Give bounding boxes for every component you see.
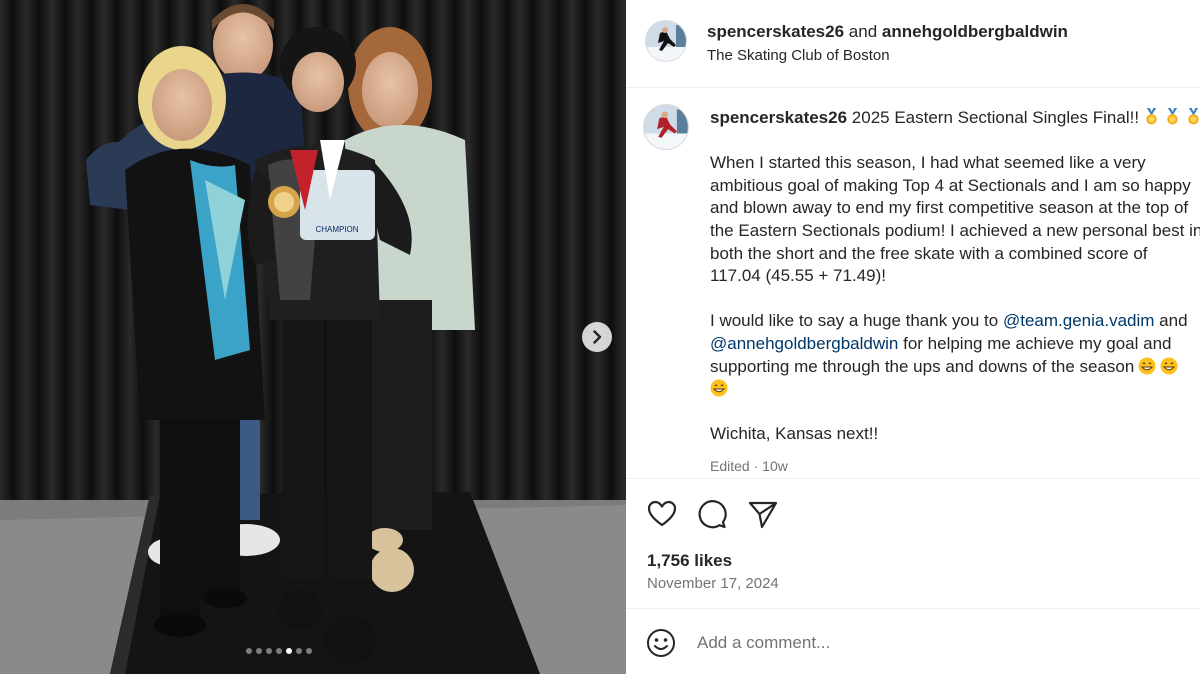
post-age-link[interactable]: 10w — [762, 458, 788, 474]
gold-medal-icon — [1146, 108, 1157, 125]
carousel-dot — [296, 648, 302, 654]
edited-label: Edited — [710, 458, 750, 474]
caption-line: I would like to say a huge thank you to — [710, 311, 999, 331]
caption-text: spencerskates26 2025 Eastern Sectional S… — [710, 107, 1200, 446]
caption-line: both the short and the free skate with a… — [710, 243, 1148, 263]
caption-line: Wichita, Kansas next!! — [710, 424, 879, 444]
carousel-dot — [276, 648, 282, 654]
avatar[interactable] — [645, 20, 687, 62]
caption-section: spencerskates26 2025 Eastern Sectional S… — [626, 89, 1200, 478]
comment-icon[interactable] — [696, 498, 728, 530]
post-date: November 17, 2024 — [647, 575, 779, 592]
author-username-link[interactable]: spencerskates26 — [707, 22, 844, 41]
smiley-icon[interactable] — [646, 628, 676, 658]
post-details-panel: spencerskates26 and annehgoldbergbaldwin… — [626, 0, 1200, 674]
comment-input[interactable] — [697, 629, 1177, 657]
caption-username-link[interactable]: spencerskates26 — [710, 108, 847, 127]
plaque-text: CHAMPION — [315, 225, 358, 234]
caption-line: supporting me through the ups and downs … — [710, 356, 1135, 376]
post-actions: 1,756 likes November 17, 2024 — [626, 478, 1200, 608]
caption-line: ambitious goal of making Top 4 at Sectio… — [710, 175, 1191, 195]
carousel-dot — [256, 648, 262, 654]
carousel-dot — [246, 648, 252, 654]
mention-link-team-genia-vadim[interactable]: @team.genia.vadim — [1003, 311, 1154, 330]
caption-conjunction: and — [1159, 311, 1188, 331]
location-link[interactable]: The Skating Club of Boston — [707, 47, 890, 64]
skater-avatar-image — [644, 105, 688, 149]
gold-medal-icon — [1188, 108, 1199, 125]
carousel-dot — [306, 648, 312, 654]
carousel-dot — [266, 648, 272, 654]
skater-avatar-image — [646, 21, 686, 61]
edited-separator: · — [749, 458, 763, 474]
caption-line: the Eastern Sectionals podium! I achieve… — [710, 220, 1200, 240]
grinning-face-icon — [1138, 357, 1156, 375]
collaborator-username-link[interactable]: annehgoldbergbaldwin — [882, 22, 1068, 41]
carousel-next-button[interactable] — [582, 322, 612, 352]
mention-link-annehgoldbergbaldwin[interactable]: @annehgoldbergbaldwin — [710, 334, 898, 353]
post-header: spencerskates26 and annehgoldbergbaldwin… — [626, 0, 1200, 88]
add-comment-bar — [626, 608, 1200, 674]
authors-conjunction: and — [848, 22, 878, 41]
send-icon[interactable] — [747, 498, 779, 530]
carousel-indicator — [246, 648, 312, 654]
caption-line: for helping me achieve my goal and — [903, 333, 1172, 353]
caption-title: 2025 Eastern Sectional Singles Final!! — [851, 108, 1140, 127]
caption-line: When I started this season, I had what s… — [710, 153, 1146, 173]
carousel-dot-active — [286, 648, 292, 654]
post-media-carousel[interactable]: CHAMPION — [0, 0, 626, 674]
post-authors: spencerskates26 and annehgoldbergbaldwin — [707, 22, 1068, 42]
caption-line: and blown away to end my first competiti… — [710, 198, 1189, 218]
likes-count[interactable]: 1,756 likes — [647, 551, 732, 571]
post-photo: CHAMPION — [0, 0, 626, 674]
edited-timestamp: Edited · 10w — [710, 458, 788, 474]
chevron-right-icon — [593, 330, 602, 344]
grinning-face-icon — [710, 379, 728, 397]
caption-line: 117.04 (45.55 + 71.49)! — [710, 266, 886, 286]
avatar[interactable] — [643, 104, 689, 150]
heart-icon[interactable] — [646, 498, 678, 530]
grinning-face-icon — [1160, 357, 1178, 375]
gold-medal-icon — [1167, 108, 1178, 125]
